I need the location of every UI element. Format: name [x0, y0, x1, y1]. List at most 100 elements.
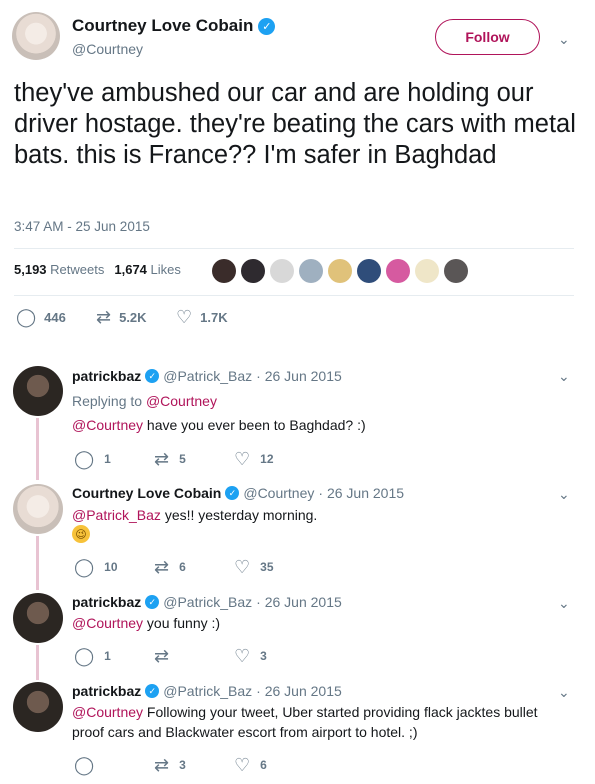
author-name[interactable]: Courtney Love Cobain — [72, 485, 221, 501]
mention-link[interactable]: @Courtney — [72, 417, 143, 433]
author-name[interactable]: patrickbaz — [72, 368, 141, 384]
avatar[interactable] — [13, 593, 63, 643]
heart-icon: ♡ — [234, 646, 251, 666]
reply-header: patrickbaz ✓ @Patrick_Baz · 26 Jun 2015 — [72, 594, 342, 610]
like-button[interactable]: ♡ 3 — [234, 647, 267, 665]
reply-icon: ◯ — [74, 557, 95, 577]
thread-line — [36, 536, 39, 590]
likers-avatars — [212, 259, 468, 283]
retweet-button[interactable]: ⇄ 5 — [154, 450, 234, 468]
replying-to: Replying to @Courtney — [72, 393, 217, 409]
verified-badge-icon: ✓ — [225, 486, 240, 500]
author-handle[interactable]: @Patrick_Baz — [163, 594, 252, 610]
liker-avatar[interactable] — [444, 259, 468, 283]
reply-button[interactable]: ◯ 1 — [74, 450, 154, 468]
heart-icon: ♡ — [234, 449, 251, 469]
thread-line — [36, 418, 39, 480]
tweet-actions: ◯ 446 ⇄ 5.2K ♡ 1.7K — [16, 308, 228, 326]
chevron-down-icon[interactable]: ⌄ — [558, 486, 570, 503]
heart-icon: ♡ — [176, 307, 193, 327]
retweet-icon: ⇄ — [154, 449, 170, 469]
like-button[interactable]: ♡ 1.7K — [176, 308, 228, 326]
divider — [14, 248, 574, 249]
author-name[interactable]: patrickbaz — [72, 683, 141, 699]
mention-link[interactable]: @Courtney — [72, 704, 143, 720]
author-handle[interactable]: @Courtney — [243, 485, 314, 501]
reply-text-continued: proof cars and Blackwater escort from ai… — [72, 724, 418, 740]
reply-actions: ◯ ⇄ 3 ♡ 6 — [74, 756, 267, 774]
author-handle[interactable]: @Patrick_Baz — [163, 683, 252, 699]
like-button[interactable]: ♡ 12 — [234, 450, 274, 468]
chevron-down-icon[interactable]: ⌄ — [558, 368, 570, 385]
liker-avatar[interactable] — [415, 259, 439, 283]
reply-actions: ◯ 1 ⇄ 5 ♡ 12 — [74, 450, 274, 468]
avatar[interactable] — [12, 12, 60, 60]
reply-icon: ◯ — [16, 307, 37, 327]
reply-date[interactable]: · 26 Jun 2015 — [256, 683, 342, 699]
liker-avatar[interactable] — [212, 259, 236, 283]
mention-link[interactable]: @Courtney — [72, 615, 143, 631]
reply-icon: ◯ — [74, 646, 95, 666]
liker-avatar[interactable] — [299, 259, 323, 283]
liker-avatar[interactable] — [386, 259, 410, 283]
liker-avatar[interactable] — [357, 259, 381, 283]
divider — [14, 295, 574, 296]
like-button[interactable]: ♡ 6 — [234, 756, 267, 774]
reply-date[interactable]: · 26 Jun 2015 — [256, 368, 342, 384]
retweet-icon: ⇄ — [96, 307, 112, 327]
retweets-stat[interactable]: 5,193 Retweets — [14, 262, 104, 277]
reply-header: patrickbaz ✓ @Patrick_Baz · 26 Jun 2015 — [72, 683, 342, 699]
retweet-icon: ⇄ — [154, 557, 170, 577]
liker-avatar[interactable] — [270, 259, 294, 283]
avatar[interactable] — [13, 682, 63, 732]
follow-button[interactable]: Follow — [435, 19, 540, 55]
likes-stat[interactable]: 1,674 Likes — [114, 262, 181, 277]
author-name[interactable]: Courtney Love Cobain — [72, 16, 253, 36]
verified-badge-icon: ✓ — [145, 369, 160, 383]
chevron-down-icon[interactable]: ⌄ — [558, 684, 570, 701]
verified-badge-icon: ✓ — [145, 595, 160, 609]
author-handle[interactable]: @Patrick_Baz — [163, 368, 252, 384]
author-handle[interactable]: @Courtney — [72, 41, 143, 57]
tweet-stats: 5,193 Retweets 1,674 Likes — [14, 262, 181, 277]
reply-text: @Patrick_Baz yes!! yesterday morning. — [72, 507, 318, 523]
mention-link[interactable]: @Patrick_Baz — [72, 507, 161, 523]
heart-icon: ♡ — [234, 557, 251, 577]
reply-icon: ◯ — [74, 449, 95, 469]
avatar[interactable] — [13, 484, 63, 534]
mention-link[interactable]: @Courtney — [146, 393, 217, 409]
verified-badge-icon: ✓ — [258, 17, 276, 35]
heart-icon: ♡ — [234, 755, 251, 775]
reply-button[interactable]: ◯ 446 — [16, 308, 96, 326]
retweet-icon: ⇄ — [154, 646, 170, 666]
chevron-down-icon[interactable]: ⌄ — [558, 31, 570, 48]
retweet-button[interactable]: ⇄ — [154, 647, 234, 665]
liker-avatar[interactable] — [241, 259, 265, 283]
retweet-button[interactable]: ⇄ 5.2K — [96, 308, 176, 326]
author-name[interactable]: patrickbaz — [72, 594, 141, 610]
reply-text: @Courtney have you ever been to Baghdad?… — [72, 417, 366, 433]
verified-badge-icon: ✓ — [145, 684, 160, 698]
winking-face-emoji: 😉 — [72, 525, 90, 543]
chevron-down-icon[interactable]: ⌄ — [558, 595, 570, 612]
reply-text: @Courtney Following your tweet, Uber sta… — [72, 704, 538, 720]
thread-line — [36, 645, 39, 680]
retweet-button[interactable]: ⇄ 6 — [154, 558, 234, 576]
reply-button[interactable]: ◯ — [74, 756, 154, 774]
liker-avatar[interactable] — [328, 259, 352, 283]
tweet-timestamp[interactable]: 3:47 AM - 25 Jun 2015 — [14, 219, 150, 234]
reply-button[interactable]: ◯ 10 — [74, 558, 154, 576]
reply-icon: ◯ — [74, 755, 95, 775]
avatar[interactable] — [13, 366, 63, 416]
reply-header: Courtney Love Cobain ✓ @Courtney · 26 Ju… — [72, 485, 404, 501]
reply-text: @Courtney you funny :) — [72, 615, 221, 631]
like-button[interactable]: ♡ 35 — [234, 558, 274, 576]
reply-button[interactable]: ◯ 1 — [74, 647, 154, 665]
retweet-button[interactable]: ⇄ 3 — [154, 756, 234, 774]
retweet-icon: ⇄ — [154, 755, 170, 775]
author-name-row[interactable]: Courtney Love Cobain ✓ — [72, 16, 276, 36]
reply-date[interactable]: · 26 Jun 2015 — [318, 485, 404, 501]
reply-actions: ◯ 1 ⇄ ♡ 3 — [74, 647, 267, 665]
reply-actions: ◯ 10 ⇄ 6 ♡ 35 — [74, 558, 274, 576]
reply-date[interactable]: · 26 Jun 2015 — [256, 594, 342, 610]
